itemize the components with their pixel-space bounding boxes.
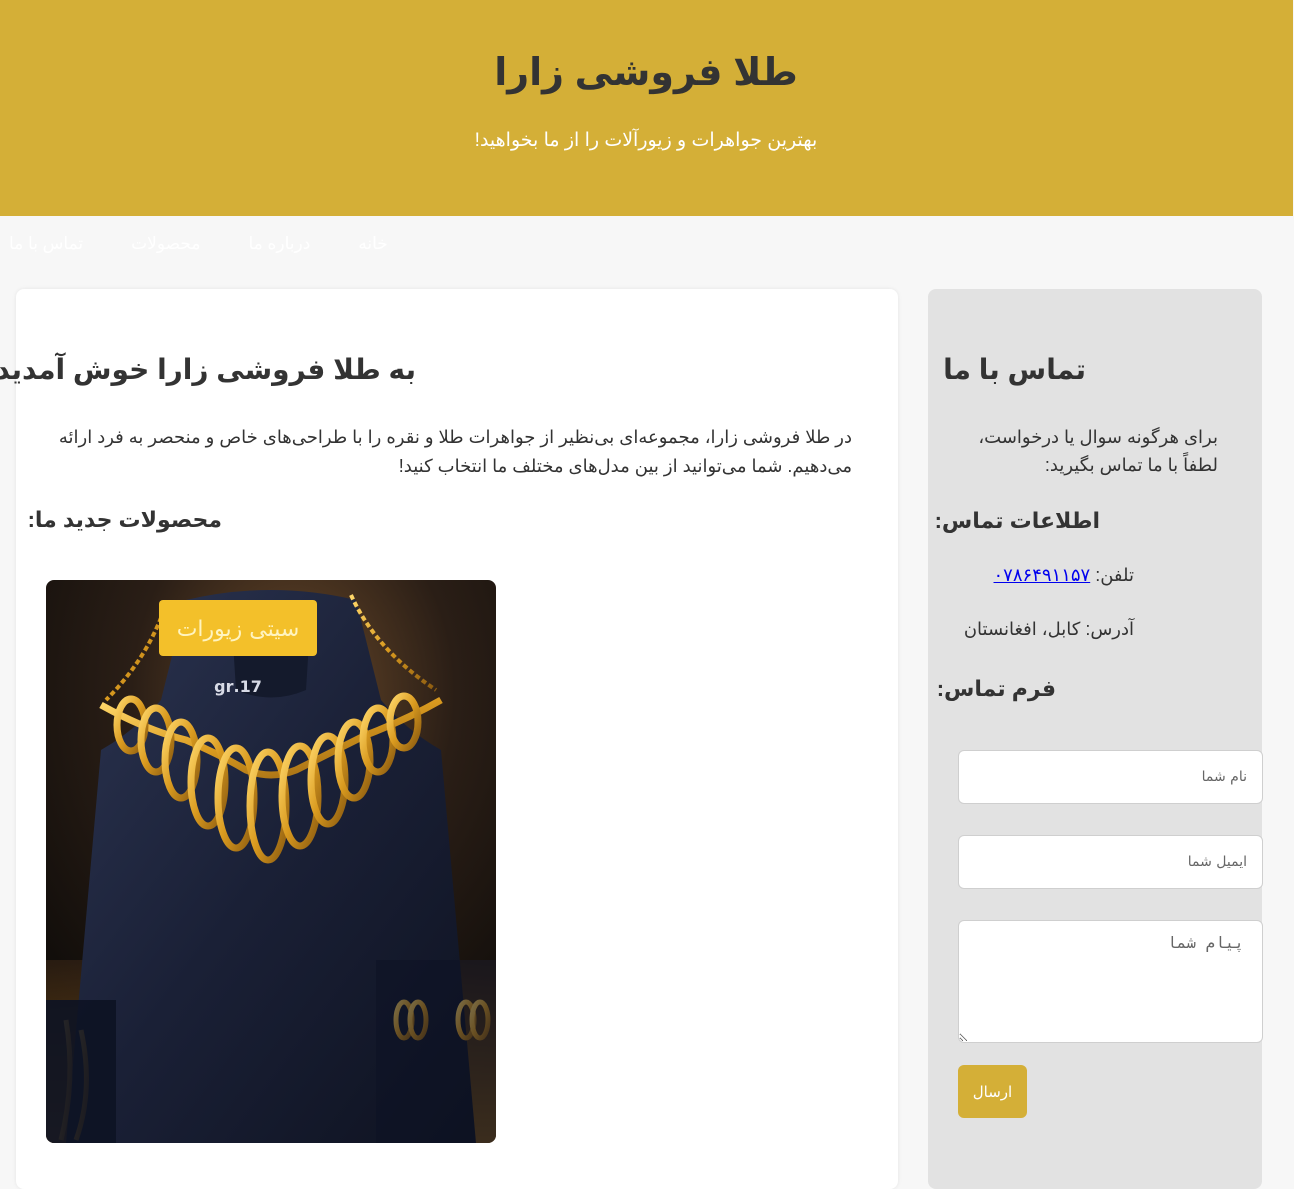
contact-heading: تماس با ما	[944, 354, 1087, 385]
site-title: طلا فروشی زارا	[495, 52, 799, 94]
weight-text: 17.gr	[215, 677, 263, 696]
email-input[interactable]	[959, 835, 1264, 889]
contact-form-heading: فرم تماس:	[937, 676, 1057, 701]
new-products-heading: محصولات جدید ما:	[28, 507, 223, 532]
nav-item-home: خانه	[359, 234, 389, 254]
intro-paragraph: در طلا فروشی زارا، مجموعه‌ای بی‌نظیر از …	[59, 427, 853, 476]
main-nav: تماس با ما محصولات درباره ما خانه	[0, 216, 1294, 272]
address-value: کابل، افغانستان	[964, 619, 1082, 639]
contact-info-heading: اطلاعات تماس:	[935, 508, 1101, 533]
site-header: طلا فروشی زارا بهترین جواهرات و زیورآلات…	[0, 0, 1294, 216]
nav-item-products: محصولات	[132, 234, 201, 254]
welcome-heading: به طلا فروشی زارا خوش آمدید	[0, 354, 417, 385]
phone-label: تلفن:	[1096, 565, 1135, 585]
address-label: آدرس:	[1086, 619, 1135, 639]
main-content: به طلا فروشی زارا خوش آمدید در طلا فروشی…	[0, 289, 899, 1189]
nav-item-about: درباره ما	[249, 234, 311, 254]
nav-link-about[interactable]: درباره ما	[249, 234, 311, 253]
nav-link-products[interactable]: محصولات	[132, 234, 201, 253]
submit-button[interactable]: ارسال	[959, 1065, 1028, 1118]
name-input[interactable]	[959, 750, 1264, 804]
nav-link-contact[interactable]: تماس با ما	[10, 234, 84, 253]
nav-item-contact: تماس با ما	[10, 234, 84, 254]
phone-link[interactable]: ۰۷۸۶۴۹۱۱۵۷	[995, 565, 1092, 585]
phone-line: تلفن: ۰۷۸۶۴۹۱۱۵۷	[995, 565, 1135, 586]
necklace-illustration: سیتی زیورات 17.gr	[47, 580, 497, 1143]
nav-link-home[interactable]: خانه	[359, 234, 389, 253]
contact-sidebar: تماس با ما برای هرگونه سوال یا درخواست، …	[929, 289, 1264, 1189]
message-textarea[interactable]	[959, 920, 1264, 1043]
product-image-necklace[interactable]: سیتی زیورات 17.gr	[47, 580, 497, 1143]
contact-lead: برای هرگونه سوال یا درخواست، لطفاً با ما…	[979, 427, 1219, 475]
badge-text: سیتی زیورات	[178, 617, 301, 642]
address-line: آدرس: کابل، افغانستان	[965, 619, 1135, 640]
nav-list: تماس با ما محصولات درباره ما خانه	[10, 234, 389, 254]
site-tagline: بهترین جواهرات و زیورآلات را از ما بخواه…	[475, 130, 819, 151]
